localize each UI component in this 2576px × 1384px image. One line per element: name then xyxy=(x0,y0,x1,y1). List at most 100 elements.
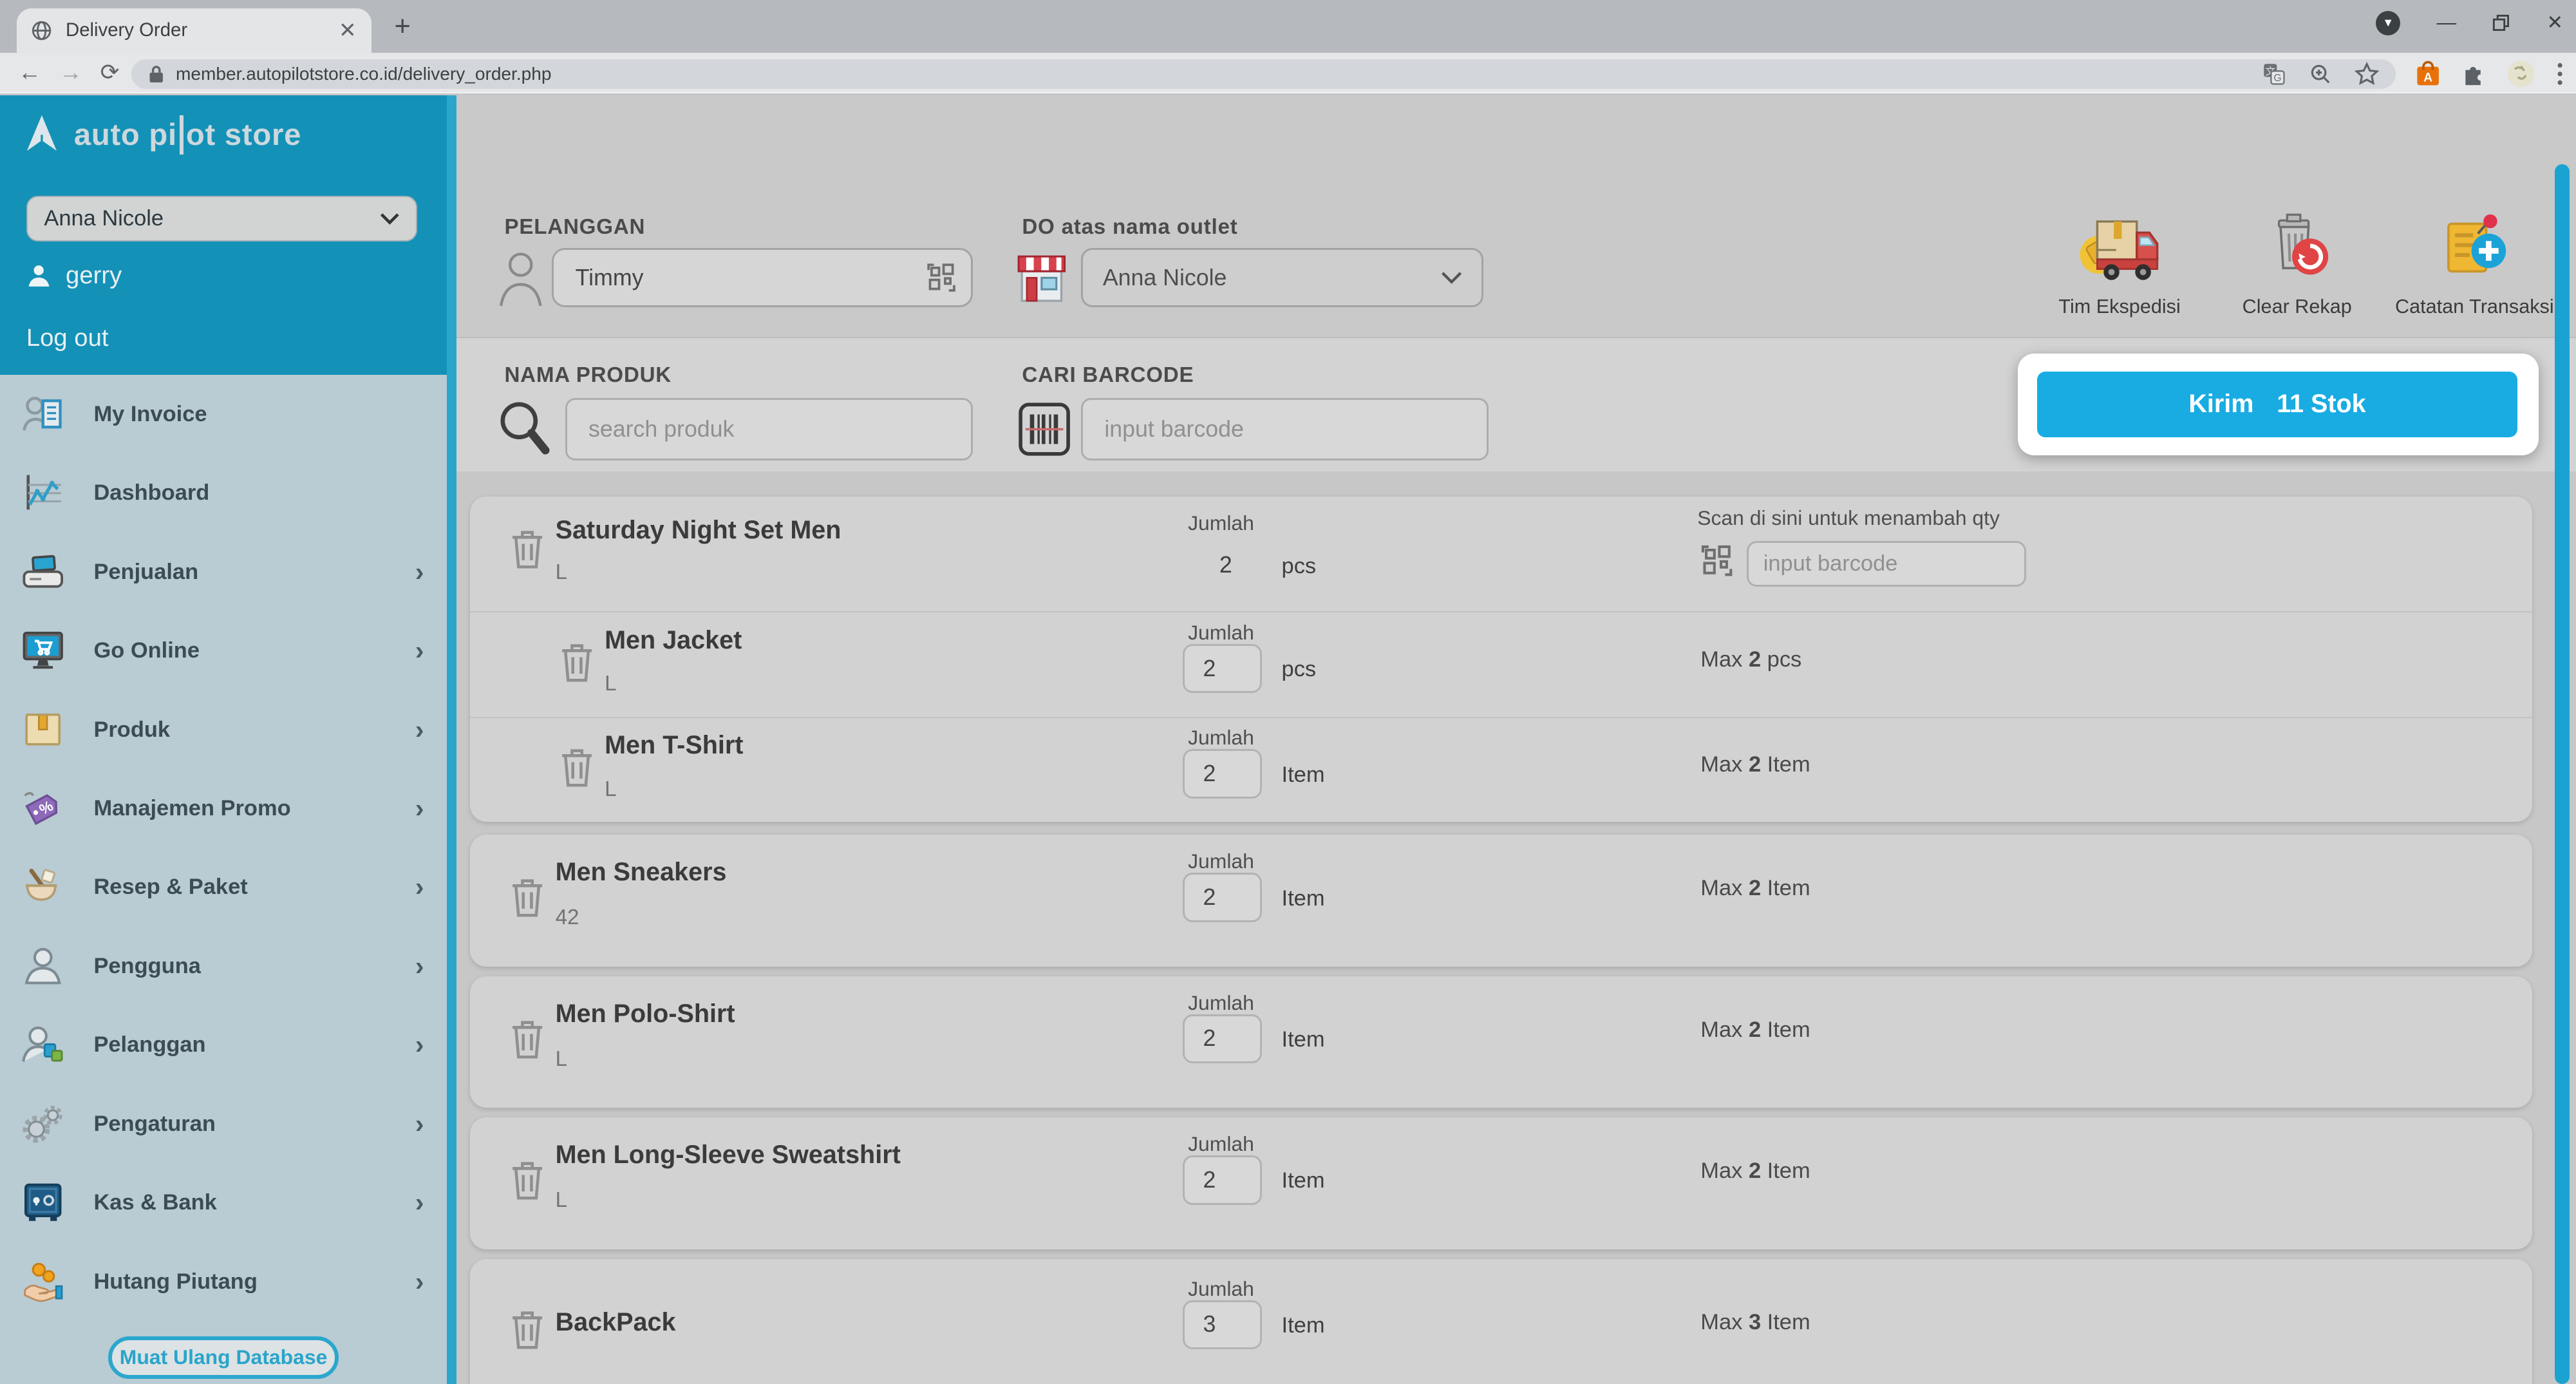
page-scrollbar[interactable] xyxy=(2555,164,2570,1384)
sidebar-item-penjualan[interactable]: Penjualan › xyxy=(0,533,447,611)
sidebar-divider xyxy=(447,95,456,1384)
sidebar-item-dashboard[interactable]: Dashboard xyxy=(0,453,447,532)
sidebar-item-resep-paket[interactable]: Resep & Paket › xyxy=(0,848,447,927)
zoom-icon[interactable] xyxy=(2309,62,2332,86)
settings-icon xyxy=(20,1101,66,1147)
back-icon[interactable]: ← xyxy=(18,59,41,86)
forward-icon[interactable]: → xyxy=(59,59,82,86)
promo-tag-icon: % xyxy=(20,786,66,831)
action-catatan-transaksi[interactable]: Catatan Transaksi xyxy=(2386,211,2564,319)
sidebar-outlet-value: Anna Nicole xyxy=(44,206,164,231)
brand: auto piot store xyxy=(21,110,301,160)
kirim-button[interactable]: Kirim 11 Stok xyxy=(2037,372,2517,437)
action-tim-ekspedisi[interactable]: Tim Ekspedisi xyxy=(2031,211,2208,319)
extensions-puzzle-icon[interactable] xyxy=(2461,62,2486,86)
trash-icon[interactable] xyxy=(509,1018,545,1060)
quantity-value: 2 xyxy=(1206,552,1245,578)
sidebar-item-pengguna[interactable]: Pengguna › xyxy=(0,927,447,1005)
quantity-input[interactable] xyxy=(1183,749,1261,799)
sidebar-item-produk[interactable]: Produk › xyxy=(0,690,447,769)
action-clear-rekap[interactable]: Clear Rekap xyxy=(2208,211,2386,319)
window-minimize-button[interactable]: — xyxy=(2437,12,2457,34)
quantity-input[interactable] xyxy=(1183,1155,1261,1205)
sidebar-item-label: Dashboard xyxy=(93,480,209,506)
quantity-unit: pcs xyxy=(1282,554,1317,579)
jumlah-label: Jumlah xyxy=(1188,511,1254,535)
new-tab-button[interactable]: + xyxy=(394,13,410,41)
dashboard-icon xyxy=(20,470,66,516)
window-restore-button[interactable] xyxy=(2492,14,2510,32)
sidebar-menu: My Invoice Dashboard Penjualan › Go Onli… xyxy=(0,375,447,1322)
quantity-unit: Item xyxy=(1282,886,1325,911)
trash-icon[interactable] xyxy=(509,527,545,570)
product-name: Men T-Shirt xyxy=(605,731,743,760)
product-name: Men Jacket xyxy=(605,626,742,655)
sidebar-username: gerry xyxy=(66,261,122,290)
browser-update-icon[interactable]: ▼ xyxy=(2376,11,2400,35)
sidebar-logout-link[interactable]: Log out xyxy=(26,324,109,352)
bundle-child-row: Men T-Shirt L Jumlah Item Max 2 Item xyxy=(470,717,2532,822)
product-name: Saturday Night Set Men xyxy=(556,516,841,545)
profile-avatar[interactable] xyxy=(2507,60,2535,88)
transaction-note-icon xyxy=(2434,211,2516,286)
quantity-input[interactable] xyxy=(1183,644,1261,694)
svg-text:A: A xyxy=(2423,71,2432,85)
translate-icon[interactable]: 文G xyxy=(2262,62,2286,86)
jumlah-label: Jumlah xyxy=(1188,849,1254,873)
tab-close-icon[interactable]: ✕ xyxy=(339,17,357,43)
trash-icon[interactable] xyxy=(509,1159,545,1201)
tutorial-spotlight: Kirim 11 Stok xyxy=(2018,354,2539,455)
person-icon xyxy=(498,247,543,309)
barcode-icon xyxy=(1017,398,1071,460)
product-search-label: NAMA PRODUK xyxy=(504,363,672,388)
browser-tab[interactable]: Delivery Order ✕ xyxy=(17,8,371,53)
quantity-input[interactable] xyxy=(1183,1300,1261,1350)
sidebar-item-label: Kas & Bank xyxy=(93,1190,216,1215)
qr-scan-icon[interactable] xyxy=(923,260,959,296)
brand-bar xyxy=(180,115,183,155)
product-row: BackPack Jumlah Item Max 3 Item xyxy=(470,1259,2532,1384)
sidebar-item-hutang-piutang[interactable]: Hutang Piutang › xyxy=(0,1242,447,1321)
store-icon xyxy=(1015,250,1068,306)
quantity-input[interactable] xyxy=(1183,1014,1261,1064)
safe-icon xyxy=(20,1180,66,1226)
barcode-search-input[interactable] xyxy=(1081,398,1489,460)
sidebar-item-label: Hutang Piutang xyxy=(93,1269,257,1294)
address-bar[interactable]: member.autopilotstore.co.id/delivery_ord… xyxy=(131,59,2396,89)
customer-input[interactable] xyxy=(552,248,972,307)
qr-scan-icon[interactable] xyxy=(1697,541,1736,580)
trash-icon[interactable] xyxy=(509,1308,545,1351)
product-row: Men Sneakers 42 Jumlah Item Max 2 Item xyxy=(470,835,2532,966)
trash-icon[interactable] xyxy=(559,641,595,683)
product-variant: L xyxy=(605,777,616,802)
bookmark-star-icon[interactable] xyxy=(2355,62,2379,86)
kirim-label: Kirim xyxy=(2188,390,2253,419)
sidebar-item-my-invoice[interactable]: My Invoice xyxy=(0,375,447,453)
sidebar-item-manajemen-promo[interactable]: % Manajemen Promo › xyxy=(0,769,447,848)
main-content: PELANGGAN DO atas nama outlet Anna Nicol… xyxy=(456,95,2576,1384)
product-card: Saturday Night Set Men L Jumlah 2 pcs Sc… xyxy=(470,497,2532,822)
trash-icon[interactable] xyxy=(559,746,595,788)
sidebar-item-kas-bank[interactable]: Kas & Bank › xyxy=(0,1164,447,1242)
quantity-unit: pcs xyxy=(1282,657,1317,682)
action-label: Catatan Transaksi xyxy=(2395,296,2554,318)
product-search-input[interactable] xyxy=(565,398,973,460)
outlet-select[interactable]: Anna Nicole xyxy=(1081,248,1483,307)
sidebar-item-go-online[interactable]: Go Online › xyxy=(0,611,447,690)
window-close-button[interactable]: ✕ xyxy=(2546,12,2563,34)
sidebar-item-pengaturan[interactable]: Pengaturan › xyxy=(0,1085,447,1163)
sidebar-outlet-select[interactable]: Anna Nicole xyxy=(26,196,417,242)
max-stock-label: Max 2 Item xyxy=(1700,1018,1810,1043)
sidebar-item-pelanggan[interactable]: Pelanggan › xyxy=(0,1006,447,1085)
quantity-input[interactable] xyxy=(1183,873,1261,922)
trash-icon[interactable] xyxy=(509,876,545,918)
reload-icon[interactable]: ⟳ xyxy=(100,59,120,86)
chevron-right-icon: › xyxy=(415,636,424,666)
scan-barcode-input[interactable] xyxy=(1747,541,2026,587)
shopping-extension-icon[interactable]: A xyxy=(2416,61,2440,87)
browser-menu-kebab-icon[interactable] xyxy=(2557,62,2563,86)
product-card: Men Long-Sleeve Sweatshirt L Jumlah Item… xyxy=(470,1117,2532,1249)
customer-icon xyxy=(20,1022,66,1068)
product-card: Men Polo-Shirt L Jumlah Item Max 2 Item xyxy=(470,976,2532,1108)
reload-database-button[interactable]: Muat Ulang Database xyxy=(108,1336,338,1379)
